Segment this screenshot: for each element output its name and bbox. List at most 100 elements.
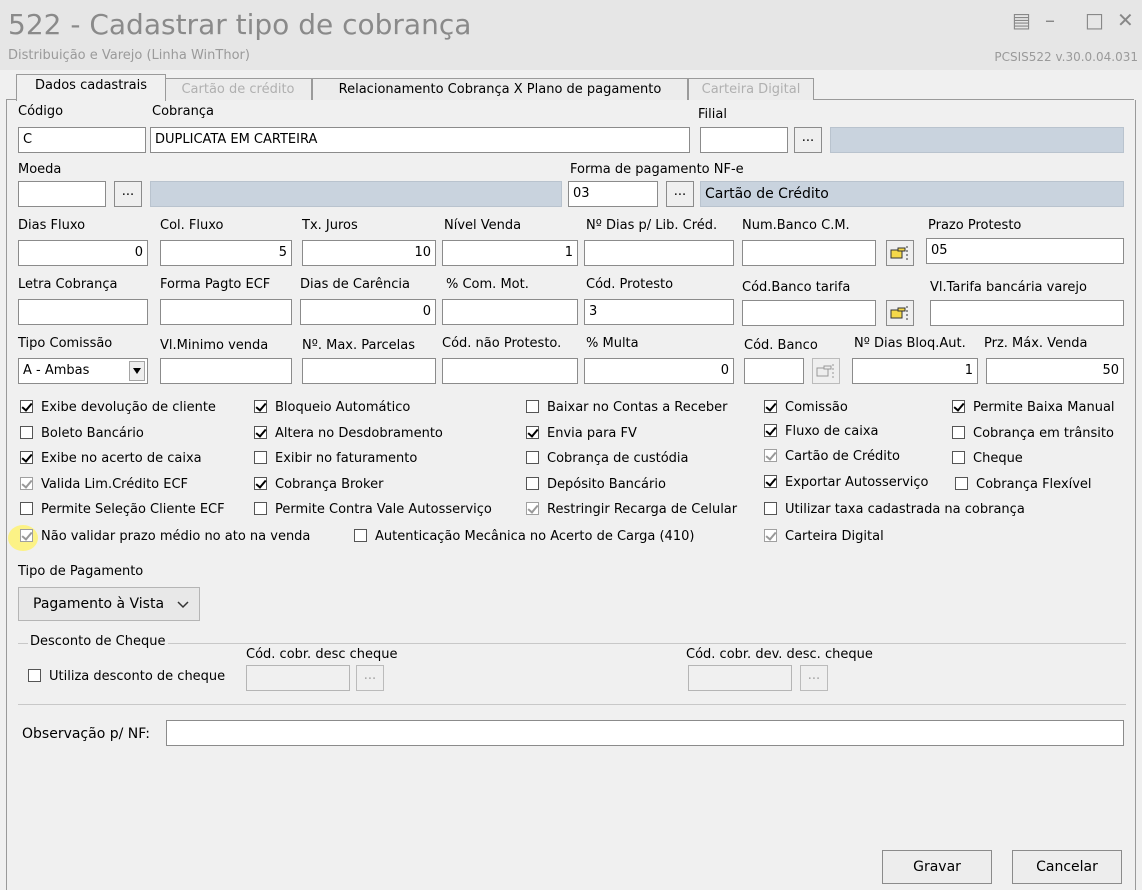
cod-desc-search-button[interactable]: ... bbox=[356, 665, 384, 691]
chk-baixar-contas-receber[interactable]: Baixar no Contas a Receber bbox=[526, 398, 727, 418]
forma-pagamento-search-button[interactable]: ... bbox=[666, 181, 694, 207]
forma-pagamento-input[interactable]: 03 bbox=[568, 181, 658, 207]
checkbox[interactable] bbox=[952, 426, 965, 439]
checkbox[interactable] bbox=[254, 400, 267, 413]
max-parcelas-input[interactable] bbox=[302, 358, 436, 384]
dias-lib-cred-input[interactable] bbox=[584, 240, 734, 266]
cod-desc-input[interactable] bbox=[246, 665, 350, 691]
checkbox[interactable] bbox=[28, 669, 41, 682]
checkbox[interactable] bbox=[20, 502, 33, 515]
tipo-comissao-select[interactable]: A - Ambas bbox=[18, 358, 148, 384]
checkbox[interactable] bbox=[764, 475, 777, 488]
checkbox[interactable] bbox=[955, 477, 968, 490]
com-mot-input[interactable] bbox=[442, 299, 578, 325]
chk-envia-fv[interactable]: Envia para FV bbox=[526, 424, 637, 444]
tab-carteira-digital[interactable]: Carteira Digital bbox=[688, 78, 814, 100]
checkbox[interactable] bbox=[764, 424, 777, 437]
col-fluxo-input[interactable]: 5 bbox=[160, 240, 292, 266]
checkbox[interactable] bbox=[20, 451, 33, 464]
chk-exibe-acerto-caixa[interactable]: Exibe no acerto de caixa bbox=[20, 449, 202, 469]
chk-altera-desdobramento[interactable]: Altera no Desdobramento bbox=[254, 424, 443, 444]
cobranca-input[interactable]: DUPLICATA EM CARTEIRA bbox=[150, 127, 690, 153]
num-banco-cm-input[interactable] bbox=[742, 240, 876, 266]
restore-icon[interactable]: ▤ bbox=[1012, 8, 1031, 32]
moeda-input[interactable] bbox=[18, 181, 106, 207]
tab-relacionamento[interactable]: Relacionamento Cobrança X Plano de pagam… bbox=[312, 78, 688, 100]
chk-exportar-autosservico[interactable]: Exportar Autosserviço bbox=[764, 473, 928, 493]
tx-juros-input[interactable]: 10 bbox=[302, 240, 436, 266]
checkbox[interactable] bbox=[20, 400, 33, 413]
checkbox[interactable] bbox=[526, 502, 539, 515]
checkbox[interactable] bbox=[20, 477, 33, 490]
checkbox[interactable] bbox=[20, 426, 33, 439]
multa-input[interactable]: 0 bbox=[584, 358, 734, 384]
tab-dados-cadastrais[interactable]: Dados cadastrais bbox=[16, 74, 166, 101]
checkbox[interactable] bbox=[764, 449, 777, 462]
maximize-icon[interactable]: □ bbox=[1085, 8, 1104, 32]
checkbox[interactable] bbox=[764, 502, 777, 515]
cod-dev-input[interactable] bbox=[688, 665, 792, 691]
checkbox[interactable] bbox=[764, 400, 777, 413]
chk-cobranca-broker[interactable]: Cobrança Broker bbox=[254, 475, 383, 495]
chk-exibir-faturamento[interactable]: Exibir no faturamento bbox=[254, 449, 417, 469]
chk-carteira-digital[interactable]: Carteira Digital bbox=[764, 527, 884, 547]
cod-banco-tarifa-lookup-button[interactable] bbox=[886, 300, 914, 326]
vl-minimo-venda-input[interactable] bbox=[160, 358, 292, 384]
observacao-input[interactable] bbox=[166, 720, 1124, 746]
vl-tarifa-input[interactable] bbox=[930, 300, 1124, 326]
codigo-input[interactable]: C bbox=[18, 127, 146, 153]
chk-cheque[interactable]: Cheque bbox=[952, 449, 1023, 469]
num-banco-lookup-button[interactable] bbox=[886, 240, 914, 266]
chk-comissao[interactable]: Comissão bbox=[764, 398, 848, 418]
cod-dev-search-button[interactable]: ... bbox=[800, 665, 828, 691]
gravar-button[interactable]: Gravar bbox=[882, 850, 992, 884]
chk-deposito-bancario[interactable]: Depósito Bancário bbox=[526, 475, 666, 495]
chk-cartao-credito[interactable]: Cartão de Crédito bbox=[764, 447, 900, 467]
chk-fluxo-caixa[interactable]: Fluxo de caixa bbox=[764, 422, 878, 442]
checkbox[interactable] bbox=[526, 400, 539, 413]
moeda-search-button[interactable]: ... bbox=[114, 181, 142, 207]
checkbox[interactable] bbox=[952, 400, 965, 413]
filial-search-button[interactable]: ... bbox=[794, 127, 822, 153]
checkbox[interactable] bbox=[526, 426, 539, 439]
checkbox[interactable] bbox=[764, 529, 777, 542]
chk-boleto-bancario[interactable]: Boleto Bancário bbox=[20, 424, 144, 444]
checkbox[interactable] bbox=[254, 502, 267, 515]
dias-carencia-input[interactable]: 0 bbox=[300, 299, 436, 325]
filial-input[interactable] bbox=[700, 127, 788, 153]
nivel-venda-input[interactable]: 1 bbox=[442, 240, 578, 266]
chk-valida-lim-credito[interactable]: Valida Lim.Crédito ECF bbox=[20, 475, 188, 495]
checkbox[interactable] bbox=[354, 529, 367, 542]
cod-banco-tarifa-input[interactable] bbox=[742, 300, 876, 326]
chk-permite-contra-vale[interactable]: Permite Contra Vale Autosserviço bbox=[254, 500, 492, 520]
chk-restringir-recarga[interactable]: Restringir Recarga de Celular bbox=[526, 500, 737, 520]
chk-cobranca-flexivel[interactable]: Cobrança Flexível bbox=[955, 475, 1092, 495]
checkbox[interactable] bbox=[526, 477, 539, 490]
prz-max-venda-input[interactable]: 50 bbox=[986, 358, 1124, 384]
checkbox[interactable] bbox=[254, 426, 267, 439]
tipo-pagamento-dropdown[interactable]: Pagamento à Vista bbox=[18, 587, 200, 621]
checkbox[interactable] bbox=[254, 451, 267, 464]
prazo-protesto-input[interactable]: 05 bbox=[926, 238, 1124, 264]
checkbox[interactable] bbox=[254, 477, 267, 490]
chk-cobranca-custodia[interactable]: Cobrança de custódia bbox=[526, 449, 689, 469]
checkbox[interactable] bbox=[20, 529, 33, 542]
chk-utilizar-taxa[interactable]: Utilizar taxa cadastrada na cobrança bbox=[764, 500, 1025, 520]
letra-cobranca-input[interactable] bbox=[18, 299, 148, 325]
minimize-icon[interactable]: – bbox=[1045, 8, 1055, 32]
close-icon[interactable]: ✕ bbox=[1117, 8, 1134, 32]
cancelar-button[interactable]: Cancelar bbox=[1012, 850, 1122, 884]
chevron-down-icon[interactable] bbox=[129, 361, 145, 381]
cod-protesto-input[interactable]: 3 bbox=[584, 299, 734, 325]
chk-bloqueio-automatico[interactable]: Bloqueio Automático bbox=[254, 398, 410, 418]
dias-bloq-aut-input[interactable]: 1 bbox=[852, 358, 978, 384]
chk-autenticacao-mecanica[interactable]: Autenticação Mecânica no Acerto de Carga… bbox=[354, 527, 694, 547]
checkbox[interactable] bbox=[526, 451, 539, 464]
cod-banco-lookup-button[interactable] bbox=[812, 358, 840, 384]
chk-permite-selecao-cliente[interactable]: Permite Seleção Cliente ECF bbox=[20, 500, 225, 520]
cod-nao-protesto-input[interactable] bbox=[442, 358, 578, 384]
chk-utiliza-desconto[interactable]: Utiliza desconto de cheque bbox=[28, 667, 225, 687]
cod-banco-input[interactable] bbox=[744, 358, 804, 384]
chk-nao-validar-prazo[interactable]: Não validar prazo médio no ato na venda bbox=[20, 527, 310, 547]
chk-cobranca-transito[interactable]: Cobrança em trânsito bbox=[952, 424, 1114, 444]
